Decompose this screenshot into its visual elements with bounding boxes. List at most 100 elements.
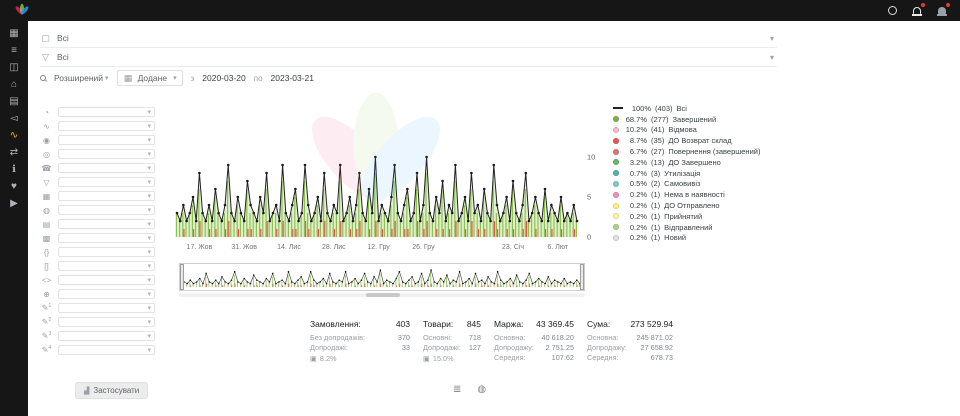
legend-label: Прийнятий <box>664 212 702 221</box>
filter-select[interactable]: ▾ <box>58 191 155 201</box>
legend-item[interactable]: 100%(403)Всі <box>613 103 760 114</box>
stat-sub-label: Допродажу: <box>587 343 627 353</box>
filter-select[interactable]: ▾ <box>58 135 155 145</box>
braces-icon: {} <box>41 248 52 257</box>
legend-swatch <box>613 159 619 165</box>
chevron-down-icon: ▾ <box>147 305 151 312</box>
filter-select[interactable]: ▾ <box>58 345 155 355</box>
legend-percent: 0.2% <box>623 212 647 221</box>
store-icon[interactable]: ⌂ <box>3 76 25 93</box>
filter-select[interactable]: ▾ <box>58 275 155 285</box>
filter-row: ☎▾ <box>28 161 161 175</box>
bottom-icons: ≣◍ <box>453 384 486 395</box>
type-filter-row[interactable]: ▽ Всі ▾ <box>40 48 777 67</box>
apply-button-label: Застосувати <box>93 386 139 395</box>
video-icon[interactable]: ▶ <box>3 195 25 212</box>
filter-select[interactable]: ▾ <box>58 205 155 215</box>
bell-icon[interactable] <box>911 5 923 17</box>
filter-row: ◍▾ <box>28 203 161 217</box>
chevron-down-icon: ▾ <box>147 151 151 158</box>
search-icon[interactable] <box>40 75 46 81</box>
search-mode-select[interactable]: Розширений ▾ <box>54 73 109 83</box>
legend-label: Завершений <box>673 115 717 124</box>
chart-navigator[interactable] <box>179 263 585 291</box>
filter-select[interactable]: ▾ <box>58 261 155 271</box>
orders-icon[interactable]: ≡ <box>3 42 25 59</box>
app-logo[interactable] <box>14 3 30 19</box>
legend-item[interactable]: 0.5%(2)Самовивіз <box>613 179 760 190</box>
funnel-icon: ▽ <box>40 52 51 63</box>
filter-row: ✎2▾ <box>28 315 161 329</box>
legend-item[interactable]: 6.7%(27)Повернення (завершений) <box>613 146 760 157</box>
status-filter-row[interactable]: ▢ Всі ▾ <box>40 29 777 48</box>
legend-count: (2) <box>651 179 660 188</box>
navigator-scroll-thumb[interactable] <box>366 293 400 297</box>
dashboard-icon[interactable]: ▦ <box>3 25 25 42</box>
legend-item[interactable]: 0.2% (1) Прийнятий <box>613 211 760 222</box>
date-field-select[interactable]: ▦ Додане ▾ <box>117 70 183 86</box>
legend-item[interactable]: 0.2%(1)Відправлений <box>613 222 760 233</box>
legend-label: Всі <box>677 104 687 113</box>
date-field-value: Додане <box>138 73 168 83</box>
from-label: з <box>191 74 195 83</box>
stat-header: Товари:845 <box>423 319 481 329</box>
angle-brackets-icon: <> <box>41 276 52 285</box>
filter-select[interactable]: ▾ <box>58 233 155 243</box>
grid-icon: ▩ <box>41 234 52 243</box>
apply-filters-button[interactable]: ▟ Застосувати <box>75 382 148 399</box>
chevron-down-icon: ▾ <box>147 221 151 228</box>
orders-chart[interactable]: 17. Жов31. Жов14. Лис28. Лис12. Гру26. Г… <box>173 97 607 255</box>
integrations-icon[interactable]: ⇄ <box>3 144 25 161</box>
stat-header: Маржа:43 369.45 <box>494 319 574 329</box>
stat-header: Сума:273 529.94 <box>587 319 673 329</box>
filter-select[interactable]: ▾ <box>58 121 155 131</box>
filter-select[interactable]: ▾ <box>58 149 155 159</box>
theme-circle-icon[interactable] <box>886 5 898 17</box>
navigator-left-handle[interactable] <box>180 264 184 290</box>
date-to[interactable]: 2023-03-21 <box>271 73 314 83</box>
filter-select[interactable]: ▾ <box>58 177 155 187</box>
filter-select[interactable]: ▾ <box>58 163 155 173</box>
info-icon[interactable]: ℹ <box>3 161 25 178</box>
marketing-icon[interactable]: ◅ <box>3 110 25 127</box>
stats-icon[interactable]: ∿ <box>3 127 25 144</box>
chevron-down-icon: ▾ <box>147 193 151 200</box>
legend-item[interactable]: 3.2%(13)ДО Завершено <box>613 157 760 168</box>
filter-select[interactable]: ▾ <box>58 331 155 341</box>
legend-label: Самовивіз <box>664 179 700 188</box>
legend-swatch <box>613 192 619 198</box>
legend-item[interactable]: 10.2%(41)Відмова <box>613 125 760 136</box>
filter-select[interactable]: ▾ <box>58 289 155 299</box>
legend-item[interactable]: 0.2%(1)Нема в наявності <box>613 189 760 200</box>
legend-item[interactable]: 68.7%(277)Завершений <box>613 114 760 125</box>
stat-sub-label: Середня: <box>494 353 526 363</box>
filter-select[interactable]: ▾ <box>58 303 155 313</box>
notifications-muted-icon[interactable] <box>936 5 948 17</box>
legend-percent: 68.7% <box>623 115 647 124</box>
filter-select[interactable]: ▾ <box>58 247 155 257</box>
navigator-right-handle[interactable] <box>580 264 584 290</box>
table-view-icon[interactable]: ≣ <box>453 384 461 395</box>
export-icon[interactable]: ◍ <box>477 384 486 395</box>
stat-sub-value: 33 <box>402 343 410 353</box>
navigator-chart[interactable] <box>181 265 583 291</box>
filter-select[interactable]: ▾ <box>58 107 155 117</box>
legend-count: (1) <box>651 212 660 221</box>
legend-item[interactable]: 0.2%(1)Новий <box>613 233 760 244</box>
support-icon[interactable]: ♥ <box>3 178 25 195</box>
legend-item[interactable]: 0.2%(1)ДО Отправлено <box>613 200 760 211</box>
date-from[interactable]: 2020-03-20 <box>202 73 245 83</box>
filter-select[interactable]: ▾ <box>58 219 155 229</box>
products-icon[interactable]: ▤ <box>3 93 25 110</box>
filter-select[interactable]: ▾ <box>58 317 155 327</box>
search-mode-value: Розширений <box>54 73 103 83</box>
chevron-down-icon: ▾ <box>147 235 151 242</box>
stat-subrow: Середня:678.73 <box>587 353 673 363</box>
stat-subrow: Допродажу:2 751.25 <box>494 343 574 353</box>
navigator-scrollbar[interactable] <box>179 293 585 297</box>
nav-rail: ▦≡◫⌂▤◅∿⇄ℹ♥▶ <box>0 21 28 416</box>
legend-item[interactable]: 0.7%(3)Утилізація <box>613 168 760 179</box>
legend-item[interactable]: 8.7%(35)ДО Возврат склад <box>613 135 760 146</box>
clients-icon[interactable]: ◫ <box>3 59 25 76</box>
badge-value: 8.2% <box>320 354 337 363</box>
